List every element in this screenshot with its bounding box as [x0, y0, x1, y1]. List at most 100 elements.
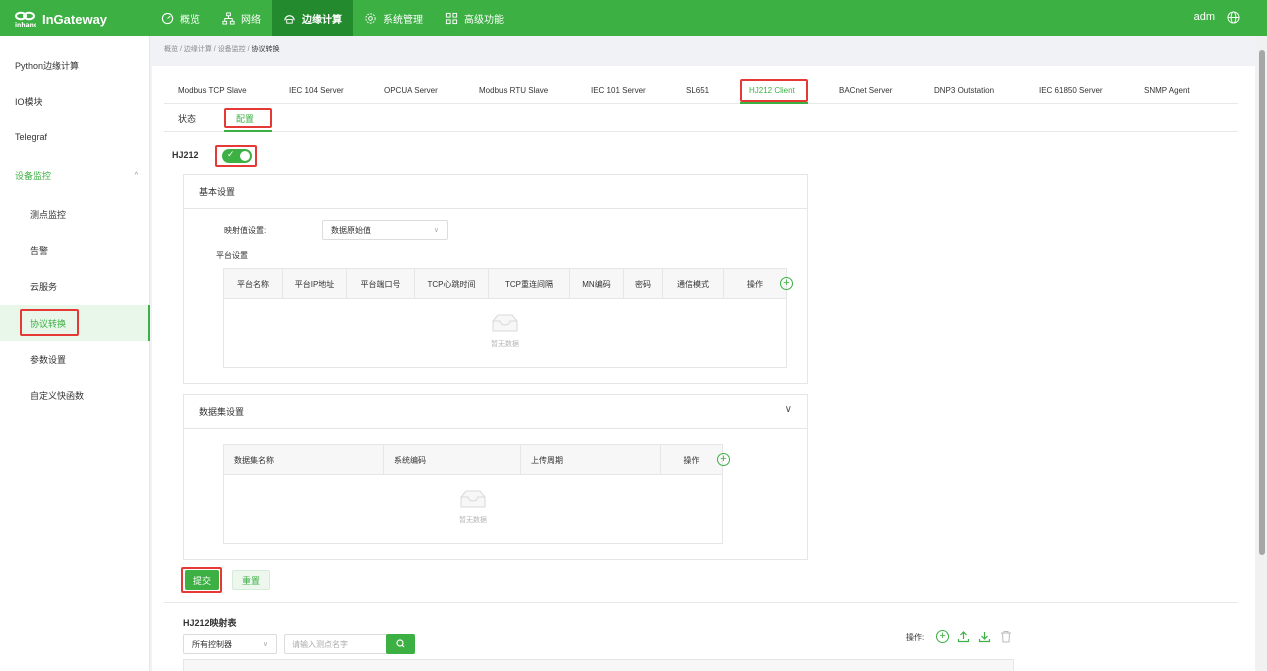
search-button[interactable] — [386, 634, 415, 654]
tab-status[interactable]: 状态 — [178, 112, 196, 125]
hj212-switch-label: HJ212 — [172, 150, 199, 160]
sub-tabs: 状态 配置 — [164, 106, 1238, 132]
highlight-box — [20, 309, 79, 336]
highlight-box — [215, 145, 257, 167]
dataset-table: 数据集名称 系统编码 上传周期 操作 暂无数据 — [223, 444, 723, 544]
language-globe-icon[interactable] — [1227, 11, 1240, 24]
edge-computing-icon — [284, 14, 295, 24]
sidebar-item-python[interactable]: Python边缘计算 — [0, 47, 150, 83]
sidebar-item-device-monitor[interactable]: 设备监控 ^ — [0, 157, 150, 193]
brand-logo[interactable]: inhand InGateway — [14, 9, 107, 29]
protocol-tabs: Modbus TCP Slave IEC 104 Server OPCUA Se… — [164, 78, 1238, 104]
tab-sl651[interactable]: SL651 — [686, 86, 709, 95]
chevron-down-icon[interactable]: ∨ — [785, 404, 792, 415]
tab-modbus-tcp-slave[interactable]: Modbus TCP Slave — [178, 86, 247, 95]
nav-system-management[interactable]: 系统管理 — [353, 0, 434, 36]
page-scrollbar[interactable] — [1257, 36, 1267, 671]
column-header: 数据集名称 — [224, 445, 384, 475]
tab-opcua-server[interactable]: OPCUA Server — [384, 86, 438, 95]
sidebar-item-point-monitor[interactable]: 测点监控 — [0, 196, 150, 232]
trash-icon[interactable] — [1000, 630, 1012, 643]
inhand-logo-icon: inhand — [15, 11, 36, 28]
nav-advanced[interactable]: 高级功能 — [434, 0, 515, 36]
user-menu[interactable]: adm — [1194, 11, 1215, 23]
divider — [164, 602, 1238, 603]
tab-iec101-server[interactable]: IEC 101 Server — [591, 86, 646, 95]
platform-settings-label: 平台设置 — [216, 251, 248, 260]
column-header: 通信模式 — [663, 269, 724, 299]
highlight-box — [181, 567, 222, 593]
main-nav: 概览 网络 边缘计算 系统管理 高级功能 — [150, 0, 515, 36]
empty-box-icon — [492, 314, 518, 332]
basic-settings-section: 基本设置 映射值设置: 数据原始值 ∨ 平台设置 平台名称 平台IP地址 平台端… — [183, 174, 808, 384]
highlight-box — [740, 79, 808, 102]
column-header: TCP重连间隔 — [489, 269, 570, 299]
nav-network[interactable]: 网络 — [211, 0, 272, 36]
dataset-settings-title[interactable]: 数据集设置 — [184, 395, 807, 429]
empty-box-icon — [460, 490, 486, 508]
tab-bacnet-server[interactable]: BACnet Server — [839, 86, 892, 95]
reset-button[interactable]: 重置 — [232, 570, 270, 590]
sidebar-item-protocol-conversion[interactable]: 协议转换 — [0, 305, 150, 341]
main-content-card: Modbus TCP Slave IEC 104 Server OPCUA Se… — [152, 66, 1255, 671]
network-icon — [222, 11, 235, 25]
add-mapping-icon[interactable]: + — [936, 630, 949, 643]
column-header: TCP心跳时间 — [415, 269, 489, 299]
column-header: 操作 — [683, 455, 700, 465]
brand-name: InGateway — [42, 11, 108, 27]
tab-iec61850-server[interactable]: IEC 61850 Server — [1039, 86, 1103, 95]
dashboard-icon — [161, 12, 174, 24]
sidebar-item-parameters[interactable]: 参数设置 — [0, 341, 150, 377]
column-header: 密码 — [624, 269, 663, 299]
column-header: 平台IP地址 — [283, 269, 347, 299]
nav-edge-computing[interactable]: 边缘计算 — [272, 0, 353, 36]
top-navigation-bar: inhand InGateway 概览 网络 边缘计算 系统管理 高级功能 ad… — [0, 0, 1267, 36]
dataset-table-header: 数据集名称 系统编码 上传周期 操作 — [224, 445, 722, 475]
point-name-search-input[interactable]: 请输入测点名字 — [284, 634, 388, 654]
chevron-up-icon: ^ — [134, 171, 138, 179]
column-header: MN编码 — [570, 269, 624, 299]
grid-icon — [445, 12, 458, 24]
tab-iec104-server[interactable]: IEC 104 Server — [289, 86, 344, 95]
settings-icon — [365, 12, 376, 24]
chevron-down-icon: ∨ — [433, 227, 439, 234]
platform-table: 平台名称 平台IP地址 平台端口号 TCP心跳时间 TCP重连间隔 MN编码 密… — [223, 268, 787, 368]
breadcrumb: 概览 / 边缘计算 / 设备监控 / 协议转换 — [164, 46, 280, 53]
tab-modbus-rtu-slave[interactable]: Modbus RTU Slave — [479, 86, 548, 95]
tab-dnp3-outstation[interactable]: DNP3 Outstation — [934, 86, 994, 95]
column-header: 上传周期 — [521, 445, 661, 475]
column-header: 平台名称 — [224, 269, 283, 299]
operations-label: 操作: — [906, 633, 925, 642]
active-tab-underline — [740, 102, 808, 104]
sidebar-item-io[interactable]: IO模块 — [0, 83, 150, 119]
chevron-down-icon: ∨ — [262, 641, 268, 648]
sidebar-item-telegraf[interactable]: Telegraf — [0, 119, 150, 155]
column-header: 系统编码 — [384, 445, 521, 475]
platform-table-header: 平台名称 平台IP地址 平台端口号 TCP心跳时间 TCP重连间隔 MN编码 密… — [224, 269, 786, 299]
search-icon — [396, 639, 405, 648]
add-dataset-icon[interactable]: + — [717, 453, 730, 466]
sidebar-item-cloud-service[interactable]: 云服务 — [0, 268, 150, 304]
mapping-table-title: HJ212映射表 — [183, 618, 237, 628]
dataset-settings-section: 数据集设置 ∨ 数据集名称 系统编码 上传周期 操作 暂无数据 + — [183, 394, 808, 560]
empty-state: 暂无数据 — [224, 489, 722, 525]
mapping-value-label: 映射值设置: — [224, 226, 267, 235]
upload-icon[interactable] — [957, 630, 970, 643]
basic-settings-title: 基本设置 — [184, 175, 807, 209]
download-icon[interactable] — [978, 630, 991, 643]
tab-snmp-agent[interactable]: SNMP Agent — [1144, 86, 1190, 95]
column-header: 操作 — [747, 279, 763, 289]
mapping-value-select[interactable]: 数据原始值 ∨ — [322, 220, 448, 240]
add-platform-icon[interactable]: + — [780, 277, 793, 290]
highlight-box — [224, 108, 272, 128]
controller-select[interactable]: 所有控制器 ∨ — [183, 634, 277, 654]
sidebar: Python边缘计算 IO模块 Telegraf 设备监控 ^ 测点监控 告警 … — [0, 36, 150, 671]
empty-state: 暂无数据 — [224, 313, 786, 349]
sidebar-item-custom-function[interactable]: 自定义快函数 — [0, 377, 150, 413]
nav-overview[interactable]: 概览 — [150, 0, 211, 36]
svg-text:inhand: inhand — [15, 22, 36, 28]
sidebar-item-alarm[interactable]: 告警 — [0, 232, 150, 268]
active-subtab-underline — [224, 130, 272, 132]
column-header: 平台端口号 — [347, 269, 415, 299]
mapping-table-header — [183, 659, 1014, 671]
